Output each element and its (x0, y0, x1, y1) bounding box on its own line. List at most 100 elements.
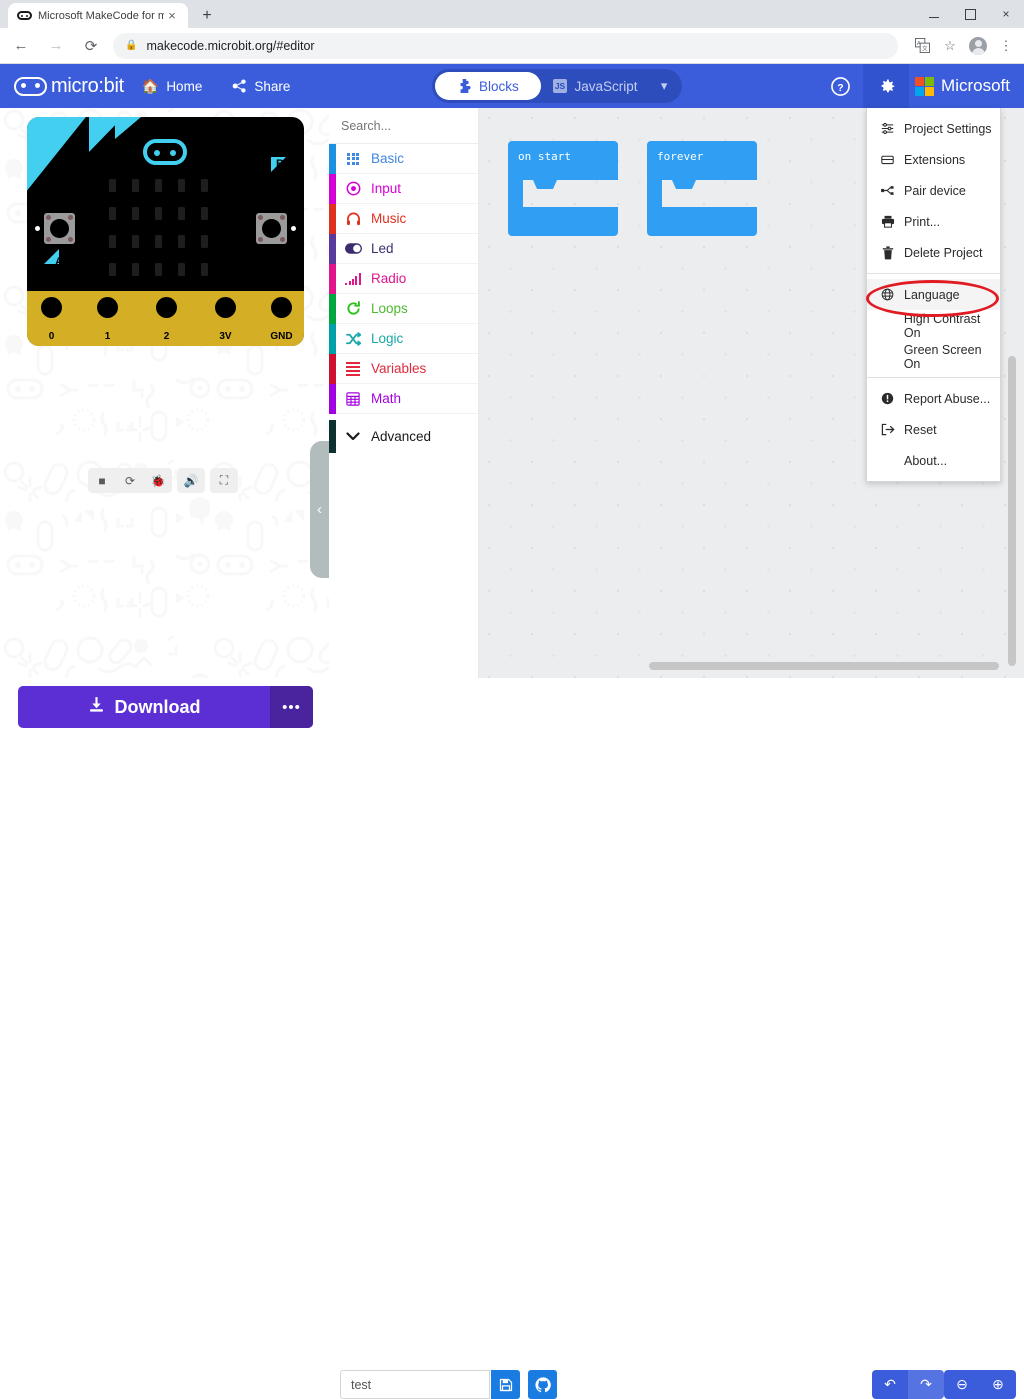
address-bar[interactable]: 🔒 makecode.microbit.org/#editor (113, 32, 898, 59)
minimize-icon[interactable] (916, 0, 952, 28)
toolbox-category-loops[interactable]: Loops (329, 294, 478, 324)
browser-menu-icon[interactable]: ⋮ (992, 32, 1020, 60)
menu-item-high-contrast[interactable]: High Contrast On (867, 310, 1000, 341)
globe-icon (879, 288, 896, 301)
help-button[interactable]: ? (817, 64, 863, 108)
collapse-simulator-handle[interactable]: ‹ (310, 441, 329, 578)
restart-button[interactable]: ⟳ (116, 468, 144, 493)
microbit-pin[interactable]: 0 (33, 291, 70, 346)
bookmark-icon[interactable]: ☆ (936, 32, 964, 60)
category-color-strip (329, 420, 336, 453)
category-label: Basic (371, 151, 405, 166)
simulator-panel: A B 0 1 2 3V GND ■ ⟳ 🐞 🔊 ⛶ ‹ (0, 108, 329, 678)
menu-item-green-screen[interactable]: Green Screen On (867, 341, 1000, 372)
microbit-button-b[interactable] (256, 213, 287, 244)
chevron-down-icon[interactable]: ▾ (649, 78, 679, 94)
menu-item-label: Extensions (904, 152, 966, 167)
menu-item-pair-device[interactable]: Pair device (867, 175, 1000, 206)
toolbox-category-advanced[interactable]: Advanced (329, 420, 478, 453)
toolbox-category-music[interactable]: Music (329, 204, 478, 234)
menu-item-report-abuse[interactable]: Report Abuse... (867, 383, 1000, 414)
signal-icon (343, 272, 363, 285)
translate-icon[interactable]: A文 (908, 32, 936, 60)
search-input[interactable] (341, 118, 502, 133)
category-color-strip (329, 144, 336, 174)
toolbox-category-logic[interactable]: Logic (329, 324, 478, 354)
window-close-icon[interactable]: × (988, 0, 1024, 28)
zoom-out-button[interactable]: ⊖ (944, 1370, 980, 1399)
block-on-start[interactable]: on start (508, 141, 618, 236)
fullscreen-button[interactable]: ⛶ (210, 468, 238, 493)
bottom-toolbar: Download ••• ↶ ↷ ⊖ ⊕ (0, 678, 1024, 1399)
close-icon[interactable]: × (164, 8, 180, 23)
toolbox-category-variables[interactable]: Variables (329, 354, 478, 384)
category-label: Led (371, 241, 394, 256)
workspace-horizontal-scrollbar[interactable] (649, 662, 999, 670)
tab-blocks[interactable]: Blocks (435, 72, 541, 100)
settings-gear-button[interactable] (863, 64, 910, 108)
workspace-vertical-scrollbar[interactable] (1008, 356, 1016, 666)
download-icon (88, 696, 105, 718)
microbit-simulator[interactable]: A B 0 1 2 3V GND (27, 117, 304, 346)
microbit-edge-dot (35, 226, 40, 231)
save-project-button[interactable] (491, 1370, 520, 1399)
browser-tab[interactable]: Microsoft MakeCode for microbi × (8, 3, 188, 28)
home-icon: 🏠 (141, 78, 160, 94)
microbit-icon (16, 8, 32, 24)
microbit-pin-strip: 0 1 2 3V GND (27, 291, 304, 346)
toolbox-category-radio[interactable]: Radio (329, 264, 478, 294)
avatar[interactable] (964, 32, 992, 60)
shuffle-icon (343, 331, 363, 346)
back-icon[interactable]: ← (7, 32, 35, 60)
share-button[interactable]: Share (220, 64, 302, 108)
microbit-pin[interactable]: 2 (148, 291, 185, 346)
home-label: Home (166, 78, 203, 94)
menu-item-print[interactable]: Print... (867, 206, 1000, 237)
maximize-icon[interactable] (952, 0, 988, 28)
toolbox-category-math[interactable]: Math (329, 384, 478, 414)
github-button[interactable] (528, 1370, 557, 1399)
menu-item-language[interactable]: Language (867, 279, 1000, 310)
toolbox-category-led[interactable]: Led (329, 234, 478, 264)
new-tab-button[interactable]: + (196, 6, 218, 26)
mute-button[interactable]: 🔊 (177, 468, 205, 493)
menu-item-extensions[interactable]: Extensions (867, 144, 1000, 175)
microbit-pin[interactable]: 1 (89, 291, 126, 346)
javascript-icon: JS (553, 79, 568, 93)
microsoft-logo[interactable]: Microsoft (915, 76, 1010, 96)
menu-item-delete-project[interactable]: Delete Project (867, 237, 1000, 268)
forward-icon[interactable]: → (42, 32, 70, 60)
home-button[interactable]: 🏠 Home (130, 64, 214, 108)
undo-button[interactable]: ↶ (872, 1370, 908, 1399)
microbit-button-a[interactable] (44, 213, 75, 244)
toolbox-category-basic[interactable]: Basic (329, 144, 478, 174)
redo-button[interactable]: ↷ (908, 1370, 944, 1399)
microbit-logo[interactable]: micro:bit (14, 75, 124, 98)
undo-redo-group: ↶ ↷ (872, 1370, 944, 1399)
download-button[interactable]: Download (18, 686, 270, 728)
toolbox-search[interactable] (329, 108, 515, 144)
reload-icon[interactable]: ⟳ (77, 32, 105, 60)
menu-item-about[interactable]: About... (867, 445, 1000, 476)
block-forever[interactable]: forever (647, 141, 757, 236)
download-more-button[interactable]: ••• (270, 686, 313, 728)
zoom-in-button[interactable]: ⊕ (980, 1370, 1016, 1399)
tab-blocks-label: Blocks (478, 78, 519, 94)
stop-button[interactable]: ■ (88, 468, 116, 493)
led-matrix[interactable] (109, 179, 208, 304)
project-name-input[interactable] (340, 1370, 490, 1399)
menu-item-project-settings[interactable]: Project Settings (867, 113, 1000, 144)
debug-button[interactable]: 🐞 (144, 468, 172, 493)
tab-javascript[interactable]: JS JavaScript (541, 72, 650, 100)
microbit-pin[interactable]: 3V (207, 291, 244, 346)
address-bar-url: makecode.microbit.org/#editor (146, 38, 315, 53)
browser-navbar: ← → ⟳ 🔒 makecode.microbit.org/#editor A文… (0, 28, 1024, 64)
category-label: Logic (371, 331, 404, 346)
menu-item-reset[interactable]: Reset (867, 414, 1000, 445)
browser-actions: A文 ☆ ⋮ (908, 32, 1020, 60)
microbit-pin[interactable]: GND (263, 291, 300, 346)
category-label: Music (371, 211, 407, 226)
toolbox-category-input[interactable]: Input (329, 174, 478, 204)
calculator-icon (343, 391, 363, 406)
chevron-down-icon (343, 432, 363, 441)
